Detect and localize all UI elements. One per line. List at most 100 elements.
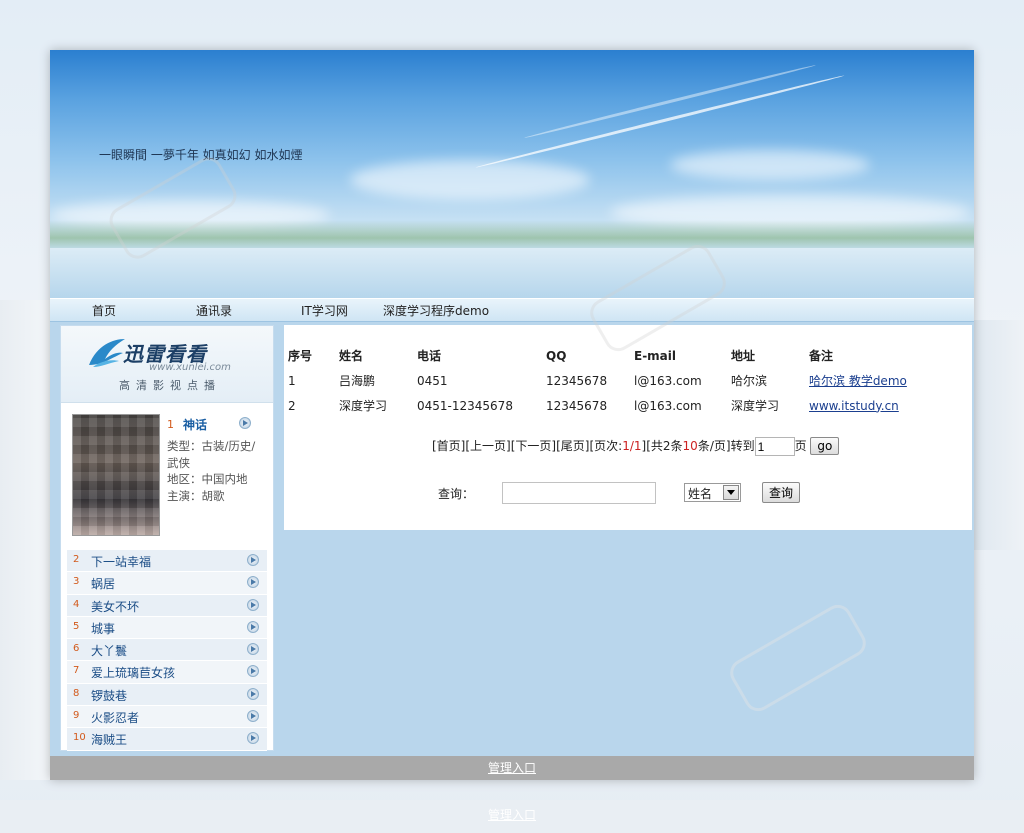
list-title[interactable]: 锣鼓巷 xyxy=(91,687,127,704)
pager-goto-label: 转到 xyxy=(730,439,755,453)
col-header-email: E-mail xyxy=(634,348,677,363)
list-item[interactable]: 3 蜗居 xyxy=(67,572,267,595)
background-page-left xyxy=(0,300,50,780)
list-item[interactable]: 8 锣鼓巷 xyxy=(67,683,267,707)
admin-entry-link[interactable]: 管理入口 xyxy=(488,761,536,775)
list-title[interactable]: 下一站幸福 xyxy=(91,553,151,570)
featured-rank: 1 xyxy=(167,418,174,431)
top-nav: 首页 通讯录 IT学习网 深度学习程序demo xyxy=(50,298,974,322)
pager-last[interactable]: [尾页] xyxy=(556,439,589,453)
play-icon[interactable] xyxy=(239,417,251,429)
cell-address: 哈尔滨 xyxy=(731,374,768,388)
list-title[interactable]: 海贼王 xyxy=(91,731,127,748)
cell-index: 2 xyxy=(288,398,296,413)
background-footer: 管理入口 xyxy=(0,800,1024,833)
col-header-note: 备注 xyxy=(809,349,834,363)
col-header-phone: 电话 xyxy=(417,349,442,363)
footer-bar: 管理入口 xyxy=(50,756,974,780)
nav-home[interactable]: 首页 xyxy=(92,302,116,319)
logo-tagline: 高清影视点播 xyxy=(119,379,221,392)
xunlei-logo[interactable]: 迅雷看看 www.xunlei.com 高清影视点播 xyxy=(61,326,273,403)
lake-reflection xyxy=(50,248,974,298)
search-field-select[interactable]: 姓名 xyxy=(684,483,741,502)
play-icon[interactable] xyxy=(247,598,259,611)
pager-page-unit: 页 xyxy=(794,439,807,453)
list-rank: 10 xyxy=(73,732,86,744)
play-icon[interactable] xyxy=(247,665,259,678)
table-row: 1 吕海鹏 0451 12345678 l@163.com 哈尔滨 哈尔滨 教学… xyxy=(288,368,939,393)
play-icon[interactable] xyxy=(247,620,259,633)
pager-per-page: 10 xyxy=(682,439,698,453)
cell-note: www.itstudy.cn xyxy=(809,393,939,418)
play-icon[interactable] xyxy=(247,710,259,723)
list-title[interactable]: 爱上琉璃苣女孩 xyxy=(91,664,175,681)
list-item[interactable]: 4 美女不坏 xyxy=(67,594,267,617)
list-item[interactable]: 6 大丫鬟 xyxy=(67,639,267,662)
play-icon[interactable] xyxy=(247,687,259,700)
col-header-address: 地址 xyxy=(731,349,756,363)
background-page-right xyxy=(974,320,1024,550)
go-button[interactable]: go xyxy=(810,437,840,455)
col-header-name: 姓名 xyxy=(339,349,364,363)
list-rank: 2 xyxy=(73,554,80,565)
cell-index: 1 xyxy=(288,373,296,388)
search-field-value: 姓名 xyxy=(688,487,713,501)
list-rank: 4 xyxy=(73,598,80,610)
cloud xyxy=(350,160,590,200)
note-link[interactable]: www.itstudy.cn xyxy=(809,399,899,413)
header-banner: 一眼瞬間 一夢千年 如真如幻 如水如煙 xyxy=(50,50,974,298)
goto-page-input[interactable] xyxy=(754,437,795,456)
list-item[interactable]: 7 爱上琉璃苣女孩 xyxy=(67,661,267,684)
pager-page-value: 1/1 xyxy=(622,439,642,453)
pager-total: ][共2条 xyxy=(641,439,683,453)
featured-info: 类型：古装/历史/武侠 地区：中国内地 主演：胡歌 xyxy=(167,438,257,504)
list-title[interactable]: 城事 xyxy=(91,620,115,637)
pager-per-page-suffix: 条/页] xyxy=(697,439,731,453)
video-rank-list: 2 下一站幸福 3 蜗居 4 美女不坏 5 城事 6 大丫鬟 7 爱上琉璃苣女孩 8 锣鼓巷 … xyxy=(67,550,267,751)
horizon-hills xyxy=(50,220,974,250)
note-link[interactable]: 哈尔滨 教学demo xyxy=(809,374,907,388)
featured-poster-image[interactable] xyxy=(72,414,160,536)
play-icon[interactable] xyxy=(247,643,259,656)
pager-prev[interactable]: [上一页] xyxy=(465,439,510,453)
pager-page-prefix: [页次: xyxy=(589,439,623,453)
table-header-row: 序号 姓名 电话 QQ E-mail 地址 备注 xyxy=(288,343,939,368)
video-sidebar: 迅雷看看 www.xunlei.com 高清影视点播 1 神话 类型：古装/历史… xyxy=(60,325,274,751)
banner-slogan: 一眼瞬間 一夢千年 如真如幻 如水如煙 xyxy=(99,148,303,162)
list-item[interactable]: 10 海贼王 xyxy=(67,728,267,751)
search-button[interactable]: 查询 xyxy=(762,482,801,503)
list-rank: 9 xyxy=(73,710,80,722)
list-item[interactable]: 9 火影忍者 xyxy=(67,706,267,729)
pagination: [首页][上一页][下一页][尾页][页次:1/1][共2条10条/页]转到页 … xyxy=(432,437,840,456)
cloud xyxy=(670,150,870,180)
pager-next[interactable]: [下一页] xyxy=(511,439,556,453)
light-streak xyxy=(524,63,816,140)
list-rank: 7 xyxy=(73,665,80,677)
logo-url-text: www.xunlei.com xyxy=(149,362,231,373)
list-title[interactable]: 蜗居 xyxy=(91,575,115,592)
cell-email: l@163.com xyxy=(634,398,702,413)
featured-region: 地区：中国内地 xyxy=(167,472,248,486)
list-item[interactable]: 2 下一站幸福 xyxy=(67,550,267,573)
list-title[interactable]: 大丫鬟 xyxy=(91,642,127,659)
contacts-table: 序号 姓名 电话 QQ E-mail 地址 备注 1 吕海鹏 0451 1234… xyxy=(288,343,939,418)
featured-title-link[interactable]: 神话 xyxy=(183,416,207,433)
play-icon[interactable] xyxy=(247,576,259,589)
cell-email: l@163.com xyxy=(634,373,702,388)
search-input[interactable] xyxy=(502,482,656,504)
chevron-down-icon[interactable] xyxy=(723,485,739,500)
nav-it-study[interactable]: IT学习网 xyxy=(301,302,348,319)
nav-deep-learning-demo[interactable]: 深度学习程序demo xyxy=(383,302,489,319)
list-title[interactable]: 火影忍者 xyxy=(91,709,139,726)
list-item[interactable]: 5 城事 xyxy=(67,616,267,640)
list-rank: 5 xyxy=(73,620,80,632)
play-icon[interactable] xyxy=(247,732,259,745)
nav-contacts[interactable]: 通讯录 xyxy=(196,302,232,319)
pager-first[interactable]: [首页] xyxy=(432,439,465,453)
list-rank: 8 xyxy=(73,687,80,699)
cell-phone: 0451-12345678 xyxy=(417,398,513,413)
list-title[interactable]: 美女不坏 xyxy=(91,598,139,615)
browser-page: 一眼瞬間 一夢千年 如真如幻 如水如煙 首页 通讯录 IT学习网 深度学习程序d… xyxy=(50,50,974,780)
cell-address: 深度学习 xyxy=(731,399,780,413)
play-icon[interactable] xyxy=(247,554,259,566)
